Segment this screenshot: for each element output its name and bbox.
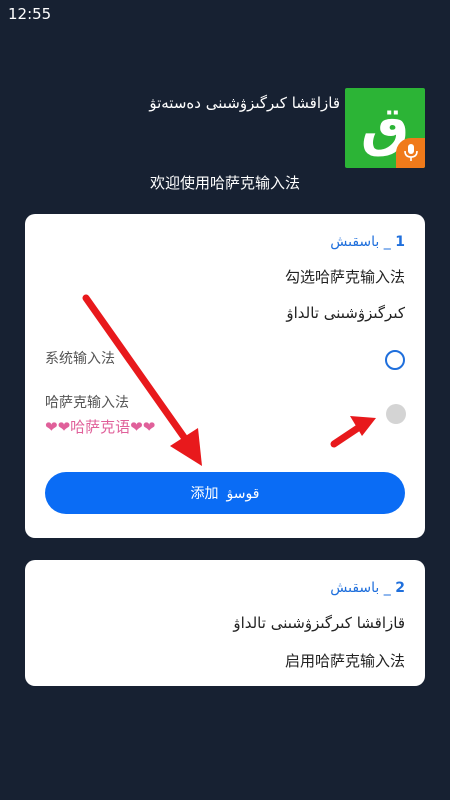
step1-number: 1	[395, 234, 405, 250]
app-icon: ق	[345, 88, 425, 168]
status-time: 12:55	[8, 5, 52, 23]
step1-text-zh: 勾选哈萨克输入法	[284, 268, 405, 286]
step2-text-kk: قازاقشا كىرگىزۋشىنى تالداۋ	[233, 614, 405, 632]
option-kazakh-ime-sub: ❤❤哈萨克语❤❤	[45, 418, 156, 436]
step2-text-zh: 启用哈萨克输入法	[284, 652, 405, 670]
add-button-label-kk: قوسۋ	[226, 486, 260, 502]
step1-card: 1 _ باسقىش 勾选哈萨克输入法 كىرگىزۋشىنى تالداۋ 系…	[25, 214, 425, 538]
status-bar: 12:55	[0, 0, 450, 30]
welcome-text: 欢迎使用哈萨克输入法	[149, 174, 300, 192]
option-kazakh-ime-label: 哈萨克输入法	[45, 395, 129, 411]
step1-separator: _	[383, 234, 391, 250]
step2-card: 2 _ باسقىش قازاقشا كىرگىزۋشىنى تالداۋ 启用…	[25, 560, 425, 686]
step1-title: 1 _ باسقىش	[330, 234, 405, 250]
add-button[interactable]: 添加 قوسۋ	[45, 472, 405, 514]
option-kazakh-ime-radio[interactable]	[386, 404, 406, 424]
app-title: قازاقشا كىرگىزۋشىنى دەستەتۋ	[149, 94, 340, 112]
microphone-icon	[404, 144, 418, 161]
step1-text-kk: كىرگىزۋشىنى تالداۋ	[286, 304, 405, 322]
add-button-label-zh: 添加	[190, 486, 219, 502]
step2-separator: _	[383, 580, 391, 596]
mic-badge	[396, 138, 425, 168]
option-system-ime-label: 系统输入法	[45, 351, 115, 367]
option-system-ime-radio[interactable]	[385, 350, 405, 370]
step2-label: باسقىش	[330, 580, 380, 596]
step2-title: 2 _ باسقىش	[330, 580, 405, 596]
step1-label: باسقىش	[330, 234, 380, 250]
step2-number: 2	[395, 580, 405, 596]
